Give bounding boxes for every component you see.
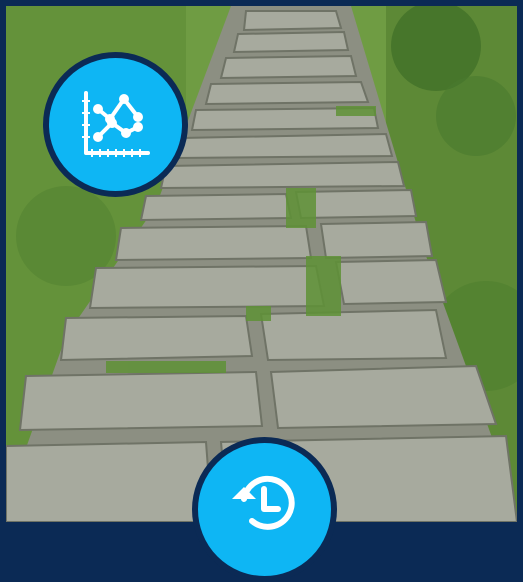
history-button[interactable] xyxy=(192,437,337,582)
line-chart-icon xyxy=(81,90,150,157)
chart-button[interactable] xyxy=(43,52,188,197)
history-icon xyxy=(231,475,295,530)
